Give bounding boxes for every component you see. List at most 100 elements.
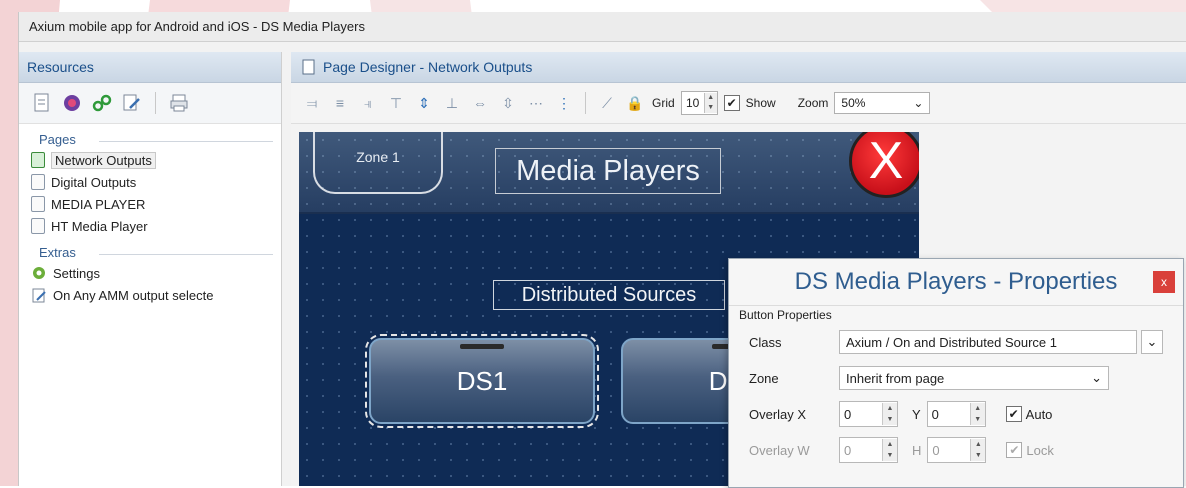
same-height-icon[interactable]: ⇳ [497,92,519,114]
show-label: Show [745,96,776,110]
page-icon [301,58,317,76]
resources-toolbar [19,83,281,124]
extras-item-label: On Any AMM output selecte [53,287,214,303]
toolbar-separator [585,92,586,114]
y-value: 0 [931,406,939,422]
zoom-label: Zoom [797,96,829,110]
class-row: Class Axium / On and Distributed Source … [729,324,1183,360]
overlay-w-value: 0 [844,442,852,458]
grid-spinner[interactable]: 10 ▲ ▼ [680,91,718,115]
media-players-title[interactable]: Media Players [495,148,721,194]
overlay-x-spinner[interactable]: 0 ▲ ▼ [839,401,898,427]
page-icon [31,152,45,168]
spinner-arrows-icon[interactable]: ▲ ▼ [703,93,717,113]
chevron-down-icon: ⌄ [913,96,924,110]
toolbar-separator [155,92,156,114]
space-vertical-icon[interactable]: ⋮ [553,92,575,114]
spinner-arrows-icon[interactable]: ▲ ▼ [882,439,897,461]
lock-label: Lock [1026,442,1054,458]
properties-title: DS Media Players - Properties [794,268,1118,295]
designer-title: Page Designer - Network Outputs [323,59,533,75]
properties-window: DS Media Players - Properties x Button P… [728,258,1184,488]
class-field[interactable]: Axium / On and Distributed Source 1 [839,330,1137,354]
wand-icon[interactable]: ⟋ [596,92,618,114]
properties-title-bar: DS Media Players - Properties x [729,259,1183,305]
extras-item-settings[interactable]: Settings [19,262,281,284]
page-item-label: MEDIA PLAYER [51,196,146,212]
globe-icon[interactable] [61,92,83,114]
page-item-network-outputs[interactable]: Network Outputs [19,149,281,171]
chevron-down-icon: ⌄ [1146,334,1158,349]
y-spinner[interactable]: 0 ▲ ▼ [926,401,986,427]
zone-1-button[interactable]: Zone 1 [313,132,443,194]
overlay-xy-row: Overlay X 0 ▲ ▼ Y 0 ▲ ▼ ✔ Auto [729,396,1183,432]
event-icon [31,287,47,303]
space-horizontal-icon[interactable]: ⋯ [525,92,547,114]
page-item-label: Network Outputs [51,151,156,169]
ds1-button[interactable]: DS1 [365,334,599,428]
page-item-ht-media-player[interactable]: HT Media Player [19,215,281,237]
zone-value: Inherit from page [846,370,945,386]
page-item-label: Digital Outputs [51,174,137,190]
extras-item-label: Settings [53,265,100,281]
gear-icon [31,265,47,281]
zone-label: Zone 1 [356,149,400,165]
extras-item-amm-output[interactable]: On Any AMM output selecte [19,284,281,306]
align-top-icon[interactable]: ⊤ [385,92,407,114]
window-title: Axium mobile app for Android and iOS - D… [19,12,1186,42]
button-properties-group: Button Properties [729,305,1183,324]
designer-header: Page Designer - Network Outputs [291,52,1186,83]
page-item-digital-outputs[interactable]: Digital Outputs [19,171,281,193]
show-grid-checkbox[interactable]: ✔ [723,95,740,111]
class-label: Class [749,334,782,350]
class-dropdown-button[interactable]: ⌄ [1141,330,1163,354]
zone-row: Zone Inherit from page ⌄ [729,360,1183,396]
edit-page-icon[interactable] [121,92,143,114]
h-value: 0 [932,442,940,458]
y-label: Y [912,406,921,422]
designer-toolbar: ⫤ ≡ ⫣ ⊤ ⇕ ⊥ ⇔ ⇳ ⋯ ⋮ ⟋ 🔒 Grid 10 ▲ ▼ ✔ Sho… [291,83,1186,124]
page-item-label: HT Media Player [51,218,148,234]
page-icon [31,218,45,234]
zone-select[interactable]: Inherit from page ⌄ [839,366,1109,390]
extras-section-label: Extras [19,237,281,262]
chevron-down-icon: ⌄ [1091,370,1102,385]
spinner-arrows-icon[interactable]: ▲ ▼ [969,403,985,425]
align-left-icon[interactable]: ⫤ [301,92,323,114]
same-width-icon[interactable]: ⇔ [469,92,491,114]
link-icon[interactable] [91,92,113,114]
auto-label: Auto [1025,406,1053,422]
lock-icon[interactable]: 🔒 [624,92,646,114]
page-item-media-player[interactable]: MEDIA PLAYER [19,193,281,215]
close-x-icon[interactable]: X [849,132,919,198]
zoom-select[interactable]: 50% ⌄ [834,92,931,114]
page-icon[interactable] [31,92,53,114]
overlay-wh-row: Overlay W 0 ▲ ▼ H 0 ▲ ▼ ✔ Lock [729,432,1183,468]
lock-checkbox[interactable]: ✔ [1006,442,1023,458]
overlay-w-spinner[interactable]: 0 ▲ ▼ [839,437,898,463]
grid-label: Grid [652,96,675,110]
auto-checkbox[interactable]: ✔ [1005,406,1022,422]
align-bottom-icon[interactable]: ⊥ [441,92,463,114]
align-middle-icon[interactable]: ⇕ [413,92,435,114]
ds1-label: DS1 [456,365,508,396]
page-icon [31,196,45,212]
resources-header: Resources [19,52,281,83]
pages-section-label: Pages [19,124,281,149]
zone-label: Zone [749,370,779,386]
zoom-value: 50% [841,96,866,110]
resources-panel: Resources Pages Network Outputs Digital … [19,52,282,486]
align-center-icon[interactable]: ≡ [329,92,351,114]
overlay-w-label: Overlay W [749,442,810,458]
align-right-icon[interactable]: ⫣ [357,92,379,114]
page-icon [31,174,45,190]
overlay-x-label: Overlay X [749,406,807,422]
overlay-x-value: 0 [844,406,852,422]
close-icon[interactable]: x [1153,271,1175,293]
h-spinner[interactable]: 0 ▲ ▼ [927,437,987,463]
spinner-arrows-icon[interactable]: ▲ ▼ [882,403,897,425]
spinner-arrows-icon[interactable]: ▲ ▼ [970,439,986,461]
distributed-sources-label[interactable]: Distributed Sources [493,280,725,310]
grid-value: 10 [685,96,700,110]
print-icon[interactable] [168,92,190,114]
